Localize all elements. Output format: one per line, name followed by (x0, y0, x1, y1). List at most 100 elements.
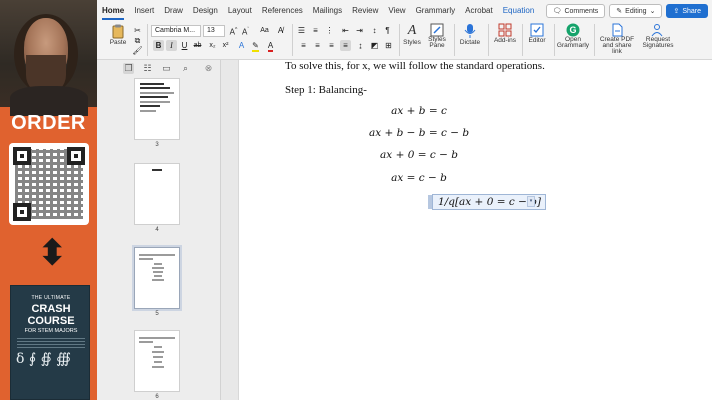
shrink-font-button[interactable]: Aˇ (240, 25, 251, 37)
grammarly-label: Open Grammarly (556, 36, 590, 49)
close-pane-icon[interactable]: ⊗ (203, 63, 214, 74)
bold-button[interactable]: B (153, 40, 164, 51)
book-top-text: THE ULTIMATE (31, 295, 71, 301)
create-pdf-button[interactable]: Create PDF and share link (597, 23, 637, 55)
page-thumbnail[interactable] (134, 163, 180, 225)
addins-button[interactable]: Add-ins (492, 23, 518, 44)
tab-mailings[interactable]: Mailings (313, 6, 342, 20)
styles-pane-button[interactable]: Styles Pane (425, 23, 449, 49)
shading-icon[interactable]: ◩ (369, 40, 380, 51)
paragraph-marks-icon[interactable]: ¶ (382, 25, 393, 36)
ribbon-toolbar: Paste ✂ ⧉ 🖌 Cambria M... 13 A^ Aˇ Aa A̸ … (97, 20, 712, 60)
addins-label: Add-ins (493, 37, 517, 44)
styles-label: Styles (403, 39, 421, 46)
borders-icon[interactable]: ⊞ (383, 40, 394, 51)
multilevel-list-icon[interactable]: ⋮ (324, 25, 335, 36)
equation-line[interactable]: ax = c − b (269, 172, 569, 184)
paste-button[interactable]: Paste (107, 23, 129, 46)
page-thumbnail-current[interactable] (134, 247, 180, 309)
tab-equation[interactable]: Equation (503, 6, 535, 20)
editor-button[interactable]: Editor (525, 23, 549, 44)
italic-button[interactable]: I (166, 40, 177, 51)
align-left-icon[interactable]: ≡ (298, 40, 309, 51)
text-effects-icon[interactable]: A (236, 40, 247, 51)
editor-icon (530, 23, 544, 37)
page-number: 4 (155, 227, 159, 233)
document-page[interactable]: To solve this, for x, we will follow the… (238, 60, 712, 400)
tab-acrobat[interactable]: Acrobat (465, 6, 493, 20)
request-sig-label: Request Signatures (642, 36, 674, 49)
superscript-button[interactable]: x² (220, 40, 231, 51)
page-thumbnail[interactable] (134, 330, 180, 392)
request-signatures-button[interactable]: Request Signatures (640, 23, 676, 49)
dictate-button[interactable]: Dictate (457, 23, 483, 46)
styles-button[interactable]: A Styles (401, 23, 423, 46)
underline-button[interactable]: U (179, 40, 190, 51)
line-spacing-icon[interactable]: ↨ (355, 40, 366, 51)
editing-label: Editing (625, 7, 647, 15)
strikethrough-button[interactable]: ab (192, 40, 203, 51)
styles-pane-label: Styles Pane (428, 36, 446, 49)
page-number: 3 (155, 142, 159, 148)
book-title: CRASH COURSE (27, 303, 75, 327)
addins-icon (498, 23, 512, 37)
step-heading: Step 1: Balancing- (285, 84, 367, 96)
tab-draw[interactable]: Draw (164, 6, 183, 20)
grammarly-icon: G (566, 23, 580, 37)
subscript-button[interactable]: x₂ (207, 40, 218, 51)
qr-code (9, 143, 89, 225)
align-right-icon[interactable]: ≡ (326, 40, 337, 51)
outline-view-icon[interactable]: ☷ (142, 63, 153, 74)
ribbon: Home Insert Draw Design Layout Reference… (97, 0, 712, 60)
highlight-icon[interactable]: ✎ (250, 40, 261, 52)
search-icon[interactable]: ⌕ (180, 63, 191, 74)
sort-icon[interactable]: ↕ (369, 25, 380, 36)
bullets-icon[interactable]: ☰ (296, 25, 307, 36)
increase-indent-icon[interactable]: ⇥ (354, 25, 365, 36)
chevron-down-icon: ⌄ (649, 8, 656, 15)
comments-button[interactable]: 🗨 Comments (545, 4, 606, 18)
change-case-button[interactable]: Aa (259, 25, 270, 36)
tab-grammarly[interactable]: Grammarly (416, 6, 456, 20)
grow-font-button[interactable]: A^ (228, 25, 239, 37)
thumbnails-view-icon[interactable]: ❐ (123, 62, 134, 74)
styles-icon: A (407, 23, 417, 38)
tab-design[interactable]: Design (193, 6, 218, 20)
editing-mode-button[interactable]: ✎ Editing ⌄ (609, 4, 663, 18)
page-thumbnail[interactable] (134, 78, 180, 140)
open-grammarly-button[interactable]: G Open Grammarly (556, 23, 590, 49)
page-number: 5 (155, 311, 159, 317)
tab-review[interactable]: Review (352, 6, 378, 20)
styles-pane-icon (430, 23, 444, 37)
justify-icon[interactable]: ≡ (340, 40, 351, 51)
intro-paragraph: To solve this, for x, we will follow the… (285, 60, 545, 72)
webcam-feed (0, 0, 97, 116)
bookmark-icon[interactable]: ▭ (161, 63, 172, 74)
equation-line[interactable]: ax + b − b = c − b (269, 127, 569, 139)
align-center-icon[interactable]: ≡ (312, 40, 323, 51)
font-color-icon[interactable]: A (265, 40, 276, 52)
svg-text:G: G (569, 25, 576, 35)
thumbnail-pane: ❐ ☷ ▭ ⌕ ⊗ 3 4 5 6 (97, 60, 221, 400)
clear-formatting-icon[interactable]: A̸ (275, 25, 286, 36)
share-button[interactable]: ⇪ Share (666, 4, 708, 18)
tab-insert[interactable]: Insert (134, 6, 154, 20)
equation-line[interactable]: ax + 0 = c − b (269, 149, 569, 161)
equation-line[interactable]: ax + b = c (269, 105, 569, 117)
numbering-icon[interactable]: ≡ (310, 25, 321, 36)
tab-view[interactable]: View (388, 6, 405, 20)
editor-label: Editor (528, 37, 546, 44)
book-glyphs: δ ∮ ∯ ∰ (16, 351, 71, 367)
book-subtitle: FOR STEM MAJORS (24, 328, 78, 334)
tab-home[interactable]: Home (102, 6, 125, 20)
decrease-indent-icon[interactable]: ⇤ (340, 25, 351, 36)
tab-references[interactable]: References (262, 6, 303, 20)
tab-layout[interactable]: Layout (228, 6, 252, 20)
up-down-arrow-icon: ⬍ (38, 234, 67, 272)
font-size-select[interactable]: 13 (203, 25, 225, 37)
equation-options-dropdown[interactable]: ▾ (527, 196, 535, 207)
format-painter-icon[interactable]: 🖌 (132, 45, 143, 56)
font-name-select[interactable]: Cambria M... (151, 25, 201, 37)
ribbon-tabs: Home Insert Draw Design Layout Reference… (97, 6, 539, 20)
paste-label: Paste (109, 39, 127, 46)
